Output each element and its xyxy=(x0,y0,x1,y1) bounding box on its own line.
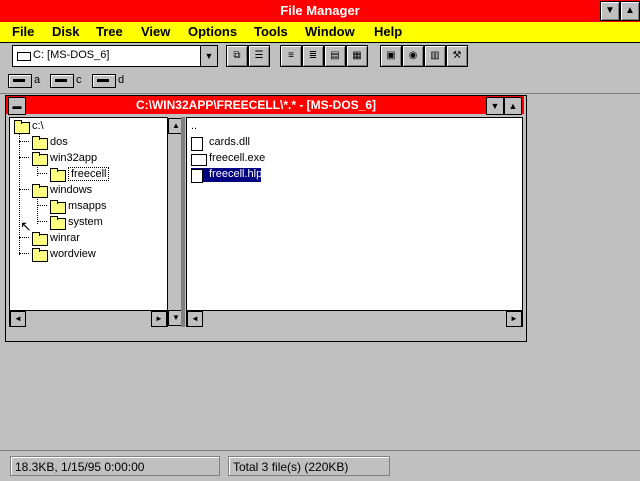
parent-directory-icon: .. xyxy=(191,120,198,132)
minimize-icon: ▼ xyxy=(490,101,500,111)
menu-disk[interactable]: Disk xyxy=(52,24,79,39)
menu-view[interactable]: View xyxy=(141,24,170,39)
tools-icon: ⚒ xyxy=(452,50,462,61)
sort-size-button[interactable]: ▤ xyxy=(324,45,346,67)
minimize-icon: ▼ xyxy=(605,5,615,16)
minimize-button[interactable]: ▼ xyxy=(600,1,620,21)
properties-button[interactable]: ▥ xyxy=(424,45,446,67)
tree-horizontal-scrollbar[interactable]: ◄ ► xyxy=(10,310,167,327)
status-bar: 18.3KB, 1/15/95 0:00:00 Total 3 file(s) … xyxy=(0,450,640,481)
folder-icon xyxy=(32,232,48,246)
dropdown-arrow-icon[interactable]: ▼ xyxy=(200,46,217,66)
sort-size-icon: ▤ xyxy=(330,50,340,61)
maximize-icon: ▲ xyxy=(625,5,635,16)
control-menu-button[interactable]: ▬ xyxy=(8,97,26,115)
sort-date-button[interactable]: ▦ xyxy=(346,45,368,67)
connect-icon: ⧉ xyxy=(233,50,241,61)
disk-icon: ◉ xyxy=(408,50,418,61)
folder-icon xyxy=(32,136,48,150)
drive-c[interactable]: c xyxy=(50,73,86,89)
sort-type-icon: ≣ xyxy=(308,50,318,61)
directory-window-title: C:\WIN32APP\FREECELL\*.* - [MS-DOS_6] xyxy=(135,98,377,112)
view-details-button[interactable]: ▣ xyxy=(380,45,402,67)
menu-window[interactable]: Window xyxy=(305,24,355,39)
control-menu-icon: ▬ xyxy=(12,101,22,111)
folder-icon xyxy=(14,120,30,134)
directory-window: ▬ C:\WIN32APP\FREECELL\*.* - [MS-DOS_6] … xyxy=(5,95,527,342)
scroll-left-icon[interactable]: ◄ xyxy=(10,311,26,327)
folder-icon xyxy=(50,216,66,230)
file-list-pane[interactable]: .. cards.dll freecell.exe freecell.hlp ◄… xyxy=(186,117,523,327)
drive-icon xyxy=(17,52,31,61)
properties-icon: ▥ xyxy=(430,50,440,61)
menu-bar: File Disk Tree View Options Tools Window… xyxy=(0,22,640,43)
disk-copy-button[interactable]: ◉ xyxy=(402,45,424,67)
child-maximize-button[interactable]: ▲ xyxy=(504,97,522,115)
mouse-cursor-icon: ↖ xyxy=(20,218,32,234)
hard-drive-icon xyxy=(50,74,74,88)
sort-name-icon: ≡ xyxy=(288,50,294,61)
view-details-icon: ▣ xyxy=(386,50,396,61)
file-horizontal-scrollbar[interactable]: ◄ ► xyxy=(187,310,522,327)
menu-help[interactable]: Help xyxy=(374,24,402,39)
document-icon xyxy=(191,169,203,183)
scroll-right-icon[interactable]: ► xyxy=(151,311,167,327)
menu-options[interactable]: Options xyxy=(188,24,237,39)
drive-a[interactable]: a xyxy=(8,73,44,89)
app-title-bar[interactable]: File Manager ▼ ▲ xyxy=(0,0,640,22)
folder-icon xyxy=(32,184,48,198)
scroll-left-icon[interactable]: ◄ xyxy=(187,311,203,327)
sort-name-button[interactable]: ≡ xyxy=(280,45,302,67)
status-selection: 18.3KB, 1/15/95 0:00:00 xyxy=(10,456,220,476)
drive-a-label: a xyxy=(34,74,41,86)
tools-button[interactable]: ⚒ xyxy=(446,45,468,67)
file-row-freecell-hlp[interactable]: freecell.hlp xyxy=(191,168,262,183)
sort-type-button[interactable]: ≣ xyxy=(302,45,324,67)
directory-tree-pane[interactable]: c:\ dos win32app freecell windows msapps… xyxy=(9,117,184,327)
drive-d[interactable]: d xyxy=(92,73,128,89)
floppy-drive-icon xyxy=(8,74,32,88)
tree-vertical-scrollbar[interactable]: ▲ ▼ xyxy=(167,118,184,326)
scroll-right-icon[interactable]: ► xyxy=(506,311,522,327)
drive-select-value: C: [MS-DOS_6] xyxy=(33,49,110,61)
disconnect-icon: ☰ xyxy=(254,50,264,61)
connect-drive-button[interactable]: ⧉ xyxy=(226,45,248,67)
pane-splitter[interactable] xyxy=(181,117,185,327)
folder-icon xyxy=(32,152,48,166)
open-folder-icon xyxy=(50,168,66,182)
file-icon xyxy=(191,137,203,151)
maximize-icon: ▲ xyxy=(508,101,518,111)
menu-file[interactable]: File xyxy=(12,24,34,39)
drive-c-label: c xyxy=(76,74,82,86)
drive-bar: a c d xyxy=(0,69,640,94)
folder-icon xyxy=(32,248,48,262)
sort-date-icon: ▦ xyxy=(352,50,362,61)
drive-select[interactable]: C: [MS-DOS_6] ▼ xyxy=(12,45,218,67)
child-minimize-button[interactable]: ▼ xyxy=(486,97,504,115)
directory-window-title-bar[interactable]: ▬ C:\WIN32APP\FREECELL\*.* - [MS-DOS_6] … xyxy=(6,96,524,115)
maximize-button[interactable]: ▲ xyxy=(620,1,640,21)
menu-tree[interactable]: Tree xyxy=(96,24,123,39)
drive-d-label: d xyxy=(118,74,125,86)
executable-icon xyxy=(191,154,207,166)
toolbar: C: [MS-DOS_6] ▼ ⧉ ☰ ≡ ≣ ▤ ▦ ▣ ◉ ▥ ⚒ xyxy=(0,43,640,69)
menu-tools[interactable]: Tools xyxy=(254,24,288,39)
app-title: File Manager xyxy=(280,3,360,18)
disconnect-drive-button[interactable]: ☰ xyxy=(248,45,270,67)
status-total: Total 3 file(s) (220KB) xyxy=(228,456,390,476)
cdrom-drive-icon xyxy=(92,74,116,88)
folder-icon xyxy=(50,200,66,214)
